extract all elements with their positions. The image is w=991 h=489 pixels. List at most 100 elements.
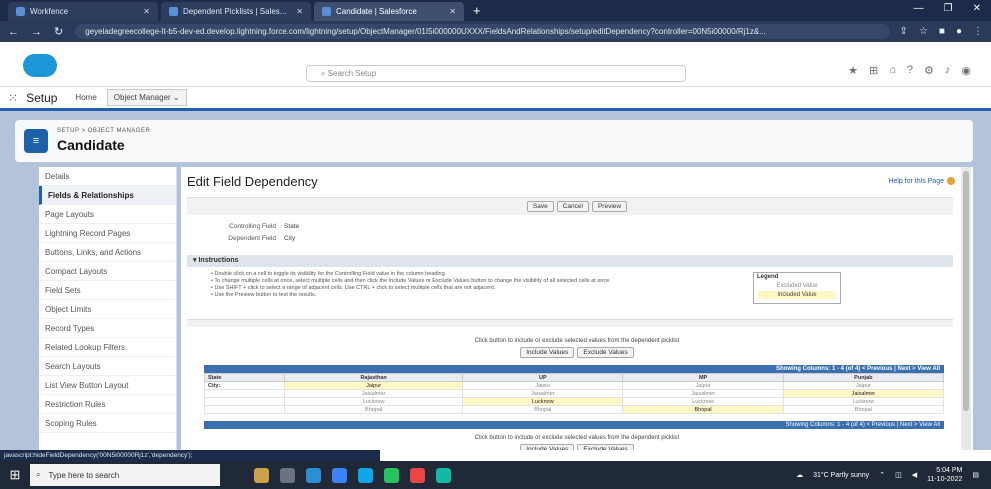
sidebar-item[interactable]: List View Button Layout xyxy=(39,376,176,395)
store-icon[interactable] xyxy=(384,467,399,483)
close-icon[interactable]: ✕ xyxy=(449,7,456,16)
sidebar-item[interactable]: Page Layouts xyxy=(39,205,176,224)
add-icon[interactable]: ⊞ xyxy=(869,64,878,77)
weather-icon[interactable]: ☁ xyxy=(796,471,803,479)
widget-icon[interactable] xyxy=(254,467,269,483)
matrix-cell[interactable]: Jaipur xyxy=(782,381,945,390)
back-icon[interactable]: ← xyxy=(8,26,19,38)
share-icon[interactable]: ⇪ xyxy=(900,26,908,37)
taskbar-search[interactable]: ⌕ Type here to search xyxy=(30,464,220,486)
search-input[interactable]: ⌕ Search Setup xyxy=(306,65,686,82)
matrix-cell[interactable]: Jaisalmer xyxy=(782,389,945,398)
help-icon[interactable]: ? xyxy=(907,64,913,77)
chrome-icon[interactable] xyxy=(410,467,425,483)
extension-icon[interactable]: ■ xyxy=(939,26,945,37)
instructions-header[interactable]: ▾ Instructions xyxy=(187,255,953,267)
profile-icon[interactable]: ● xyxy=(956,26,962,37)
column-pagination-bottom[interactable]: Showing Columns: 1 - 4 (of 4) < Previous… xyxy=(204,421,944,429)
network-icon[interactable]: ◫ xyxy=(895,471,902,479)
bookmark-star-icon[interactable]: ☆ xyxy=(919,26,928,37)
sidebar-item[interactable]: Lightning Record Pages xyxy=(39,224,176,243)
matrix-cell[interactable]: Jaipur xyxy=(462,381,624,390)
favorites-icon[interactable]: ★ xyxy=(848,64,858,77)
controlling-field-value: State xyxy=(284,223,300,230)
close-icon[interactable]: ✕ xyxy=(296,7,303,16)
preview-button[interactable]: Preview xyxy=(591,201,628,212)
url-field[interactable]: geyeladegreecollege-lt-b5-dev-ed.develop… xyxy=(75,24,890,39)
close-window-icon[interactable]: ✕ xyxy=(973,3,981,14)
object-header: ≡ SETUP > OBJECT MANAGER Candidate xyxy=(15,120,973,162)
matrix-cell[interactable]: Lucknow xyxy=(283,397,464,406)
matrix-cell[interactable]: Lucknow xyxy=(622,397,784,406)
sidebar-item[interactable]: Buttons, Links, and Actions xyxy=(39,243,176,262)
sidebar-item[interactable]: Compact Layouts xyxy=(39,262,176,281)
restore-icon[interactable]: ❐ xyxy=(944,3,953,14)
include-values-button[interactable]: Include Values xyxy=(520,444,575,450)
salesforce-logo[interactable] xyxy=(23,54,57,77)
nav-item-home[interactable]: Home xyxy=(75,93,96,102)
sidebar-item[interactable]: Scoping Rules xyxy=(39,414,176,433)
sidebar-item[interactable]: Field Sets xyxy=(39,281,176,300)
matrix-cell[interactable]: Jaisalmer xyxy=(462,389,624,398)
sidebar-item[interactable]: Record Types xyxy=(39,319,176,338)
new-tab-icon[interactable]: + xyxy=(467,3,487,21)
reload-icon[interactable]: ↻ xyxy=(54,25,63,38)
sidebar-item[interactable]: Details xyxy=(39,167,176,186)
app-icon[interactable] xyxy=(436,467,451,483)
matrix-header-controlling: State xyxy=(204,373,285,382)
matrix-cell[interactable]: Bhopal xyxy=(782,405,945,414)
browser-tab[interactable]: Workfence ✕ xyxy=(8,2,158,21)
avatar[interactable]: ◉ xyxy=(961,64,971,77)
status-url: javascript:hideFieldDependency('00N5i000… xyxy=(0,450,380,461)
close-icon[interactable]: ✕ xyxy=(143,7,150,16)
explorer-icon[interactable] xyxy=(332,467,347,483)
minimize-icon[interactable]: — xyxy=(914,3,924,14)
sidebar-item[interactable]: Related Lookup Filters xyxy=(39,338,176,357)
menu-kebab-icon[interactable]: ⋮ xyxy=(973,26,983,37)
bell-icon[interactable]: ♪ xyxy=(945,64,951,77)
windows-start-icon[interactable]: ⊞ xyxy=(0,461,30,489)
matrix-cell[interactable]: Jaisalmer xyxy=(283,389,464,398)
mail-icon[interactable] xyxy=(358,467,373,483)
task-view-icon[interactable] xyxy=(280,467,295,483)
matrix-cell[interactable]: Lucknow xyxy=(782,397,945,406)
browser-tab[interactable]: Dependent Picklists | Sales... ✕ xyxy=(161,2,311,21)
taskbar-search-text: Type here to search xyxy=(48,470,120,480)
matrix-cell[interactable]: Bhopal xyxy=(283,405,464,414)
matrix-cell[interactable]: Lucknow xyxy=(462,397,624,406)
tab-favicon-icon xyxy=(169,7,178,16)
forward-icon[interactable]: → xyxy=(31,26,42,38)
taskbar: ⊞ ⌕ Type here to search ☁ 31°C Partly sun… xyxy=(0,461,991,489)
browser-tab-active[interactable]: Candidate | Salesforce ✕ xyxy=(314,2,464,21)
volume-icon[interactable]: ◀ xyxy=(912,471,917,479)
cancel-button[interactable]: Cancel xyxy=(556,201,589,212)
sidebar-item[interactable]: Object Limits xyxy=(39,300,176,319)
app-launcher-icon[interactable]: ⁙ xyxy=(8,91,18,105)
clock[interactable]: 5:04 PM 11-10-2022 xyxy=(927,466,962,484)
trailhead-icon[interactable]: ⌂ xyxy=(889,64,896,77)
gear-icon[interactable]: ⚙ xyxy=(924,64,934,77)
matrix-cell[interactable]: Bhopal xyxy=(622,405,784,414)
chevron-up-icon[interactable]: ⌃ xyxy=(879,471,885,479)
matrix-cell[interactable]: Jaisalmer xyxy=(622,389,784,398)
exclude-values-button[interactable]: Exclude Values xyxy=(577,444,634,450)
main-scrollbar[interactable] xyxy=(961,167,971,450)
help-link[interactable]: Help for this Page xyxy=(888,177,955,185)
edge-icon[interactable] xyxy=(306,467,321,483)
matrix-cell[interactable]: Bhopal xyxy=(462,405,624,414)
include-values-button[interactable]: Include Values xyxy=(520,347,575,358)
exclude-values-button[interactable]: Exclude Values xyxy=(577,347,634,358)
chevron-down-icon: ⌄ xyxy=(172,93,180,102)
sidebar-item[interactable]: Search Layouts xyxy=(39,357,176,376)
matrix-cell[interactable]: Jaipur xyxy=(622,381,784,390)
notification-icon[interactable]: ▤ xyxy=(972,471,979,479)
nav-item-object-manager[interactable]: Object Manager ⌄ xyxy=(106,89,187,106)
column-pagination[interactable]: Showing Columns: 1 - 4 (of 4) < Previous… xyxy=(204,365,944,373)
weather-text[interactable]: 31°C Partly sunny xyxy=(813,472,869,479)
breadcrumb[interactable]: SETUP > OBJECT MANAGER xyxy=(57,128,150,134)
sidebar-item[interactable]: Restriction Rules xyxy=(39,395,176,414)
scrollbar-thumb[interactable] xyxy=(963,171,969,411)
save-button[interactable]: Save xyxy=(526,201,554,212)
sidebar-item-active[interactable]: Fields & Relationships xyxy=(39,186,176,205)
matrix-cell[interactable]: Jaipur xyxy=(283,381,464,390)
